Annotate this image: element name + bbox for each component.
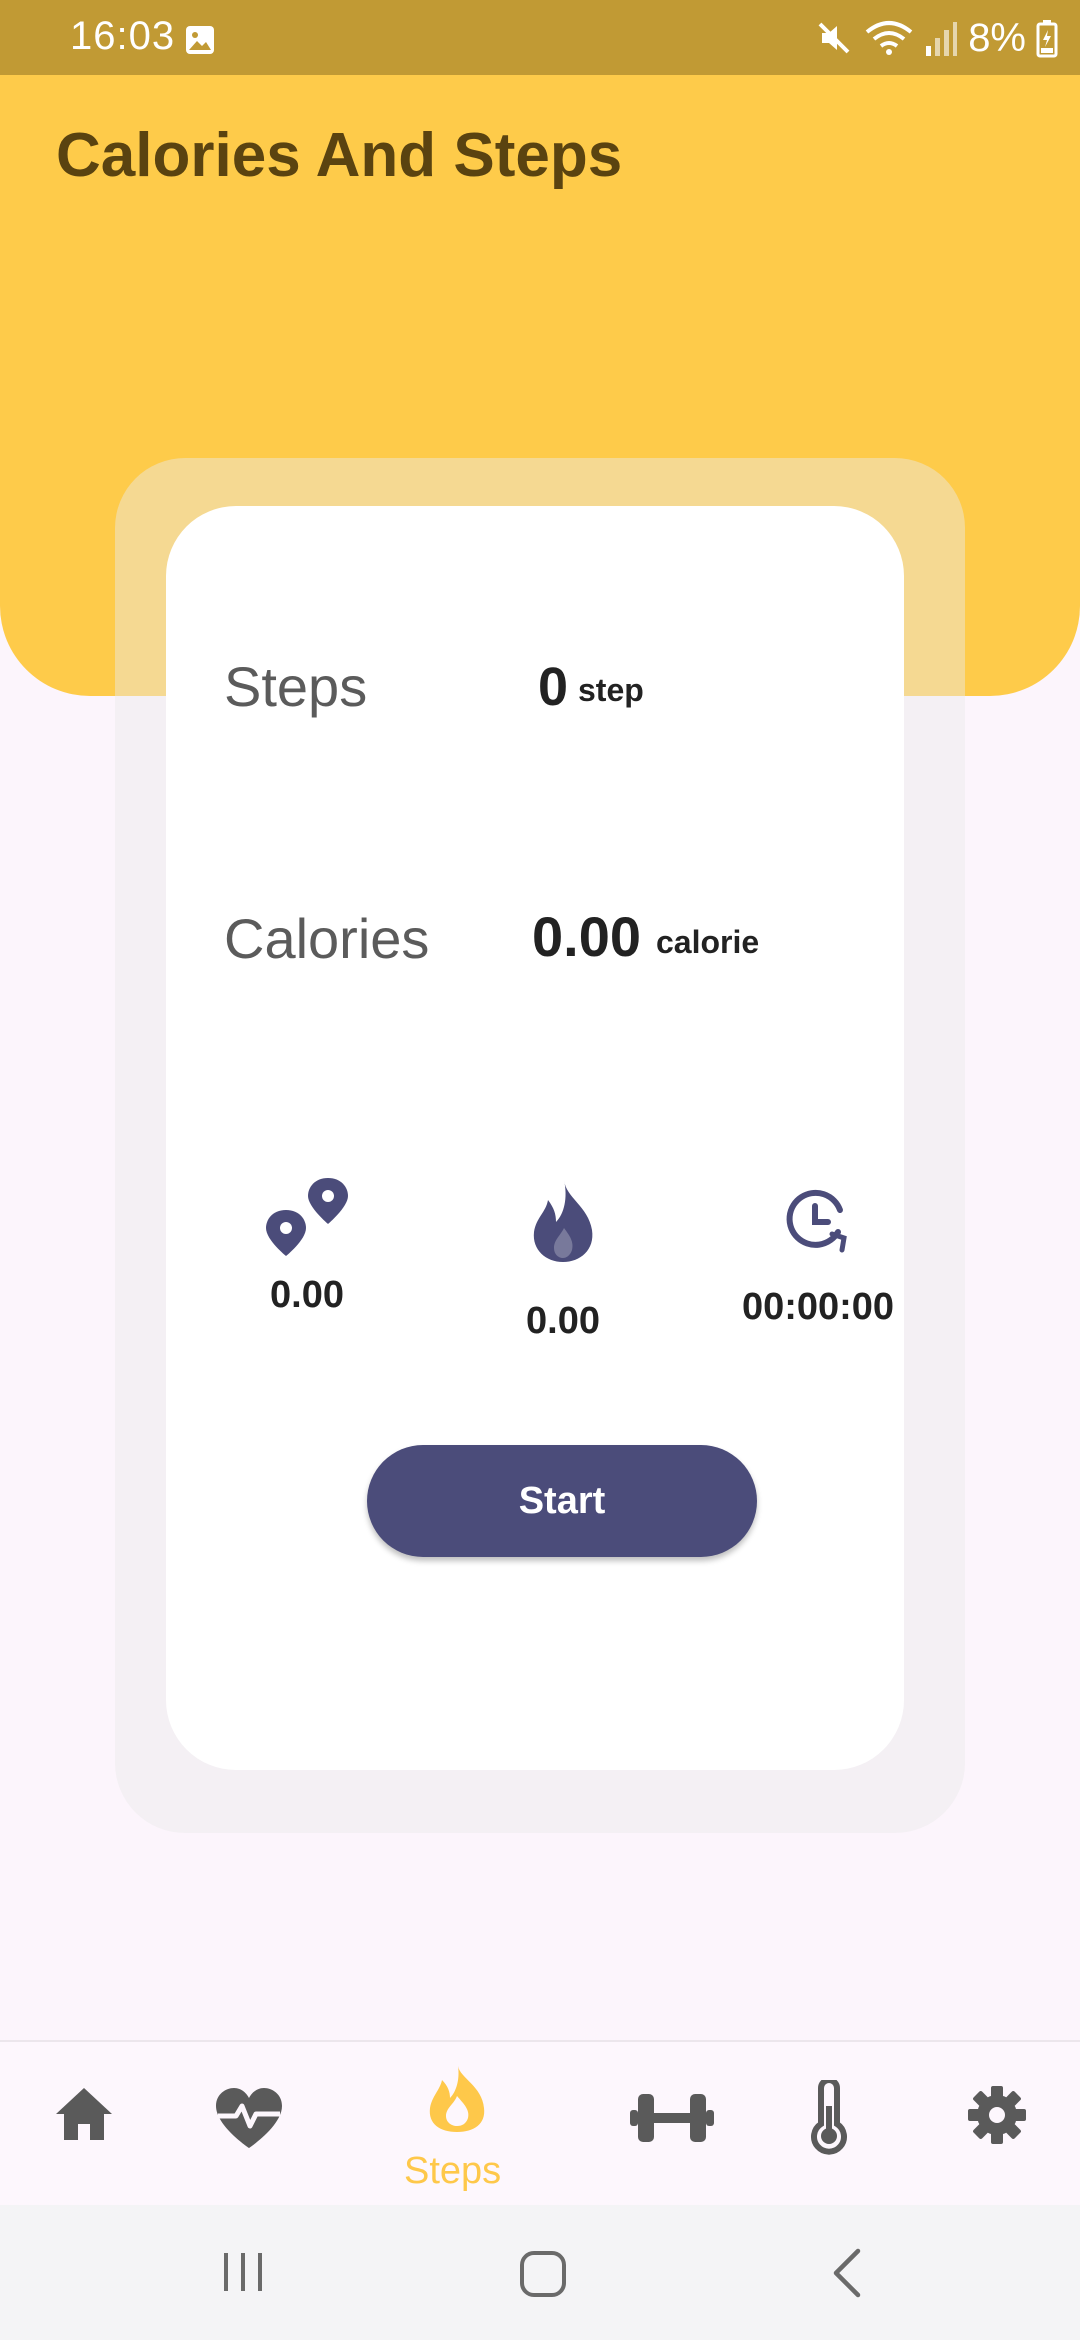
recent-apps-icon[interactable] bbox=[220, 2249, 266, 2295]
status-time: 16:03 bbox=[70, 14, 176, 58]
signal-icon bbox=[926, 22, 958, 56]
bottom-nav: Steps bbox=[0, 2040, 1080, 2207]
heart-rate-icon[interactable] bbox=[214, 2086, 284, 2150]
steps-flame-icon[interactable] bbox=[426, 2064, 488, 2134]
dumbbell-icon[interactable] bbox=[628, 2088, 716, 2148]
steps-value: 0 bbox=[538, 657, 569, 717]
wifi-icon bbox=[865, 21, 913, 55]
calories-label: Calories bbox=[224, 907, 430, 970]
home-icon[interactable] bbox=[54, 2086, 114, 2142]
location-pins-icon bbox=[266, 1178, 348, 1256]
battery-percent: 8% bbox=[968, 15, 1026, 60]
page-title: Calories And Steps bbox=[56, 121, 623, 190]
calorie-stat-value: 0.00 bbox=[526, 1300, 600, 1342]
start-button[interactable]: Start bbox=[367, 1445, 757, 1557]
mute-icon bbox=[818, 22, 850, 54]
gear-icon[interactable] bbox=[966, 2084, 1028, 2146]
duration-value: 00:00:00 bbox=[741, 1286, 895, 1328]
gallery-icon bbox=[186, 26, 214, 54]
status-bar: 16:03 8% bbox=[0, 0, 1080, 75]
flame-icon bbox=[533, 1180, 593, 1262]
steps-unit: step bbox=[578, 672, 644, 708]
system-nav-bar bbox=[0, 2205, 1080, 2340]
calories-unit: calorie bbox=[656, 924, 760, 960]
calories-value: 0.00 bbox=[532, 905, 641, 968]
back-nav-icon[interactable] bbox=[830, 2247, 864, 2299]
distance-value: 0.00 bbox=[270, 1274, 344, 1316]
timer-icon bbox=[786, 1189, 847, 1253]
home-nav-icon[interactable] bbox=[518, 2249, 568, 2299]
thermometer-icon[interactable] bbox=[806, 2080, 852, 2156]
steps-label: Steps bbox=[224, 655, 368, 718]
battery-icon bbox=[1036, 20, 1058, 58]
steps-card: Steps 0 step Calories 0.00 calorie 0.00 … bbox=[166, 506, 904, 1770]
nav-steps-label[interactable]: Steps bbox=[404, 2150, 501, 2193]
